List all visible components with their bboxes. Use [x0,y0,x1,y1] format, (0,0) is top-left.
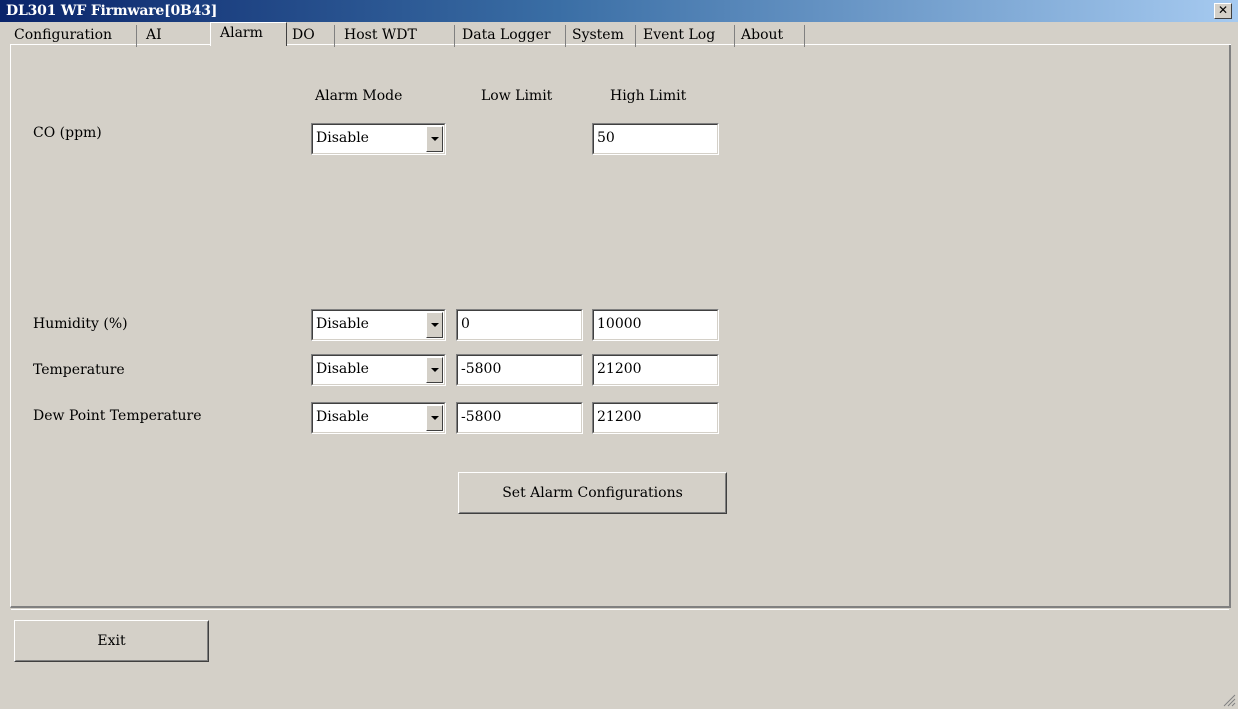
humidity-alarm-mode-select[interactable]: Disable [311,309,446,341]
tab-divider [804,25,805,47]
co-alarm-mode-value: Disable [316,130,369,146]
humidity-high-limit-value: 10000 [597,316,642,332]
set-alarm-configurations-button[interactable]: Set Alarm Configurations [458,472,727,514]
tab-event-log[interactable]: Event Log [643,25,735,47]
temperature-alarm-mode-value: Disable [316,361,369,377]
temperature-alarm-mode-select[interactable]: Disable [311,354,446,386]
close-icon: ✕ [1217,3,1229,17]
co-high-limit-input[interactable]: 50 [592,123,719,155]
dew-point-alarm-mode-select[interactable]: Disable [311,402,446,434]
tab-divider [454,25,455,47]
tab-data-logger[interactable]: Data Logger [462,25,566,47]
title-bar: DL301 WF Firmware[0B43] ✕ [0,0,1238,22]
tab-label: DO [292,27,315,43]
tab-alarm[interactable]: Alarm [210,22,287,46]
exit-button[interactable]: Exit [14,620,209,662]
tab-system[interactable]: System [572,25,636,47]
tab-label: Alarm [220,25,263,41]
tab-divider [334,25,335,47]
tab-about[interactable]: About [741,25,805,47]
row-label-co: CO (ppm) [33,125,102,141]
tab-divider [565,25,566,47]
co-high-limit-value: 50 [597,130,615,146]
tab-divider [734,25,735,47]
dew-point-alarm-mode-value: Disable [316,409,369,425]
tab-label: Host WDT [344,27,417,43]
tab-label: System [572,27,624,43]
humidity-low-limit-input[interactable]: 0 [456,309,583,341]
chevron-down-icon[interactable] [426,312,443,338]
chevron-down-icon[interactable] [426,405,443,431]
tab-ai[interactable]: AI [146,25,162,45]
chevron-down-icon[interactable] [426,357,443,383]
tab-divider [136,25,137,47]
temperature-high-limit-value: 21200 [597,361,642,377]
temperature-low-limit-input[interactable]: -5800 [456,354,583,386]
tab-host-wdt[interactable]: Host WDT [344,25,455,47]
humidity-alarm-mode-value: Disable [316,316,369,332]
chevron-down-icon[interactable] [426,126,443,152]
tab-label: Data Logger [462,27,551,43]
exit-label: Exit [97,633,126,649]
tab-do[interactable]: DO [292,25,335,47]
window-title: DL301 WF Firmware[0B43] [6,3,218,19]
tab-label: Configuration [14,27,113,43]
tab-configuration[interactable]: Configuration [14,25,137,47]
column-header-high-limit: High Limit [610,88,687,104]
humidity-low-limit-value: 0 [461,316,470,332]
close-button[interactable]: ✕ [1214,3,1232,19]
tab-label: Event Log [643,27,716,43]
humidity-high-limit-input[interactable]: 10000 [592,309,719,341]
tab-label: AI [146,27,162,43]
dew-point-low-limit-value: -5800 [461,409,502,425]
dew-point-high-limit-value: 21200 [597,409,642,425]
row-label-dew-point: Dew Point Temperature [33,408,202,424]
column-header-alarm-mode: Alarm Mode [315,88,403,104]
set-alarm-configurations-label: Set Alarm Configurations [502,485,683,501]
row-label-humidity: Humidity (%) [33,316,128,332]
resize-grip-icon[interactable] [1222,693,1236,707]
temperature-low-limit-value: -5800 [461,361,502,377]
tab-label: About [741,27,784,43]
tab-divider [635,25,636,47]
row-label-temperature: Temperature [33,362,125,378]
co-alarm-mode-select[interactable]: Disable [311,123,446,155]
dew-point-high-limit-input[interactable]: 21200 [592,402,719,434]
temperature-high-limit-input[interactable]: 21200 [592,354,719,386]
panel-border [11,609,1229,610]
column-header-low-limit: Low Limit [481,88,553,104]
dew-point-low-limit-input[interactable]: -5800 [456,402,583,434]
